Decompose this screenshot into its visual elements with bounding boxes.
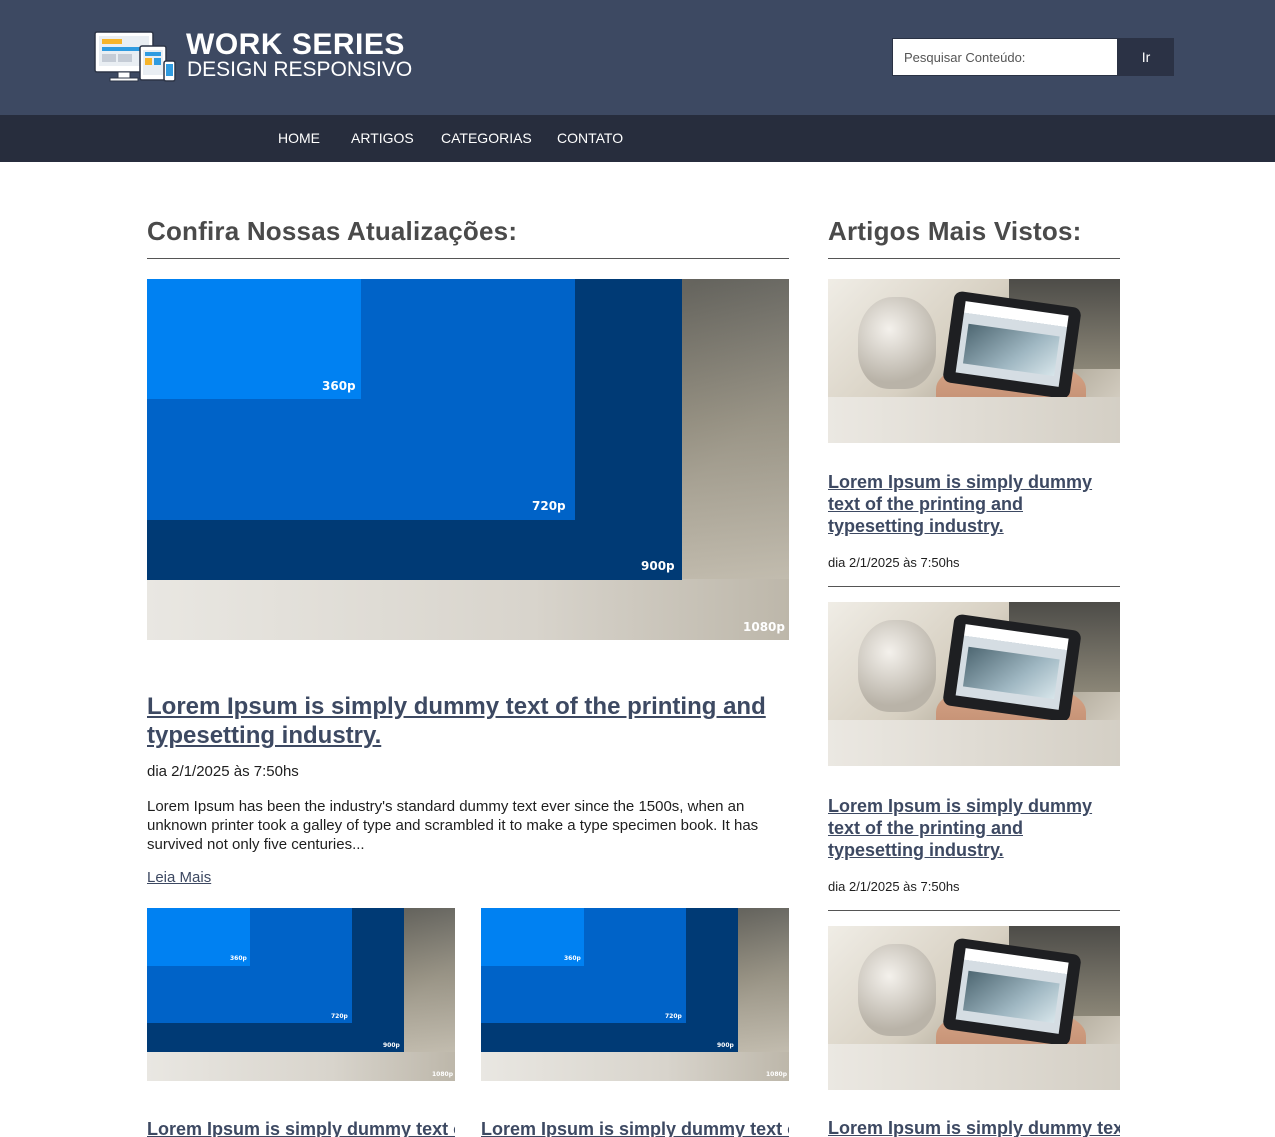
card-image[interactable]: 360p 720p 900p 1080p (481, 908, 789, 1081)
tablet-screen-banner (962, 323, 1060, 377)
photo-shirt (481, 1051, 789, 1081)
sidebar-item-divider (828, 910, 1120, 911)
search-form: Ir (892, 38, 1174, 76)
photo-person (858, 297, 936, 389)
tablet-screen (955, 301, 1069, 387)
label-900p: 900p (717, 1042, 734, 1049)
featured-article-title[interactable]: Lorem Ipsum is simply dummy text of the … (147, 692, 767, 750)
label-900p: 900p (383, 1042, 400, 1049)
main-section-title: Confira Nossas Atualizações: (147, 216, 518, 246)
photo-person (858, 944, 936, 1036)
sidebar-section-title: Artigos Mais Vistos: (828, 216, 1082, 246)
nav-item-categorias[interactable]: CATEGORIAS (441, 115, 532, 162)
label-900p: 900p (641, 559, 675, 573)
photo-shirt (828, 397, 1120, 443)
nav-item-contato[interactable]: CONTATO (557, 115, 623, 162)
logo-title: WORK SERIES (186, 28, 405, 61)
label-1080p: 1080p (766, 1071, 787, 1078)
devices-icon (94, 31, 176, 82)
photo-tablet (942, 613, 1082, 723)
photo-shirt (147, 578, 789, 640)
read-more-link[interactable]: Leia Mais (147, 869, 211, 886)
photo-shirt (828, 1044, 1120, 1090)
featured-article-date: dia 2/1/2025 às 7:50hs (147, 763, 299, 780)
nav-item-home[interactable]: HOME (278, 115, 320, 162)
tablet-screen-banner (962, 970, 1060, 1024)
label-360p: 360p (230, 955, 247, 962)
photo-person (858, 620, 936, 712)
tablet-screen (955, 948, 1069, 1034)
featured-image[interactable]: 360p 720p 900p 1080p (147, 279, 789, 640)
sidebar-item-image[interactable] (828, 926, 1120, 1090)
label-720p: 720p (532, 499, 566, 513)
main-section-divider (147, 258, 789, 259)
sidebar-item-image[interactable] (828, 279, 1120, 443)
photo-shirt (147, 1051, 455, 1081)
main-nav: HOME ARTIGOS CATEGORIAS CONTATO (0, 115, 1275, 162)
sidebar-section-divider (828, 258, 1120, 259)
sidebar-item-divider (828, 586, 1120, 587)
search-input[interactable] (892, 38, 1118, 76)
label-720p: 720p (665, 1013, 682, 1020)
tablet-screen-banner (962, 646, 1060, 700)
photo-tablet (942, 290, 1082, 400)
label-1080p: 1080p (743, 620, 785, 634)
sidebar-item-date: dia 2/1/2025 às 7:50hs (828, 555, 960, 570)
label-360p: 360p (322, 379, 356, 393)
card-title[interactable]: Lorem Ipsum is simply dummy text of (147, 1118, 455, 1137)
site-logo[interactable]: WORK SERIES DESIGN RESPONSIVO (94, 28, 412, 85)
label-360p: 360p (564, 955, 581, 962)
sidebar-item-title[interactable]: Lorem Ipsum is simply dummy text of the … (828, 471, 1120, 537)
photo-tablet (942, 937, 1082, 1047)
card-image[interactable]: 360p 720p 900p 1080p (147, 908, 455, 1081)
card-title[interactable]: Lorem Ipsum is simply dummy text of (481, 1118, 789, 1137)
sidebar-item-title[interactable]: Lorem Ipsum is simply dummy text (828, 1117, 1120, 1137)
photo-shirt (828, 720, 1120, 766)
site-header: WORK SERIES DESIGN RESPONSIVO Ir (0, 0, 1275, 115)
label-720p: 720p (331, 1013, 348, 1020)
search-button[interactable]: Ir (1118, 38, 1174, 76)
featured-article-excerpt: Lorem Ipsum has been the industry's stan… (147, 798, 759, 853)
logo-subtitle: DESIGN RESPONSIVO (187, 58, 413, 81)
label-1080p: 1080p (432, 1071, 453, 1078)
sidebar-item-date: dia 2/1/2025 às 7:50hs (828, 879, 960, 894)
tablet-screen (955, 624, 1069, 710)
sidebar-item-image[interactable] (828, 602, 1120, 766)
nav-item-artigos[interactable]: ARTIGOS (351, 115, 414, 162)
sidebar-item-title[interactable]: Lorem Ipsum is simply dummy text of the … (828, 795, 1120, 861)
